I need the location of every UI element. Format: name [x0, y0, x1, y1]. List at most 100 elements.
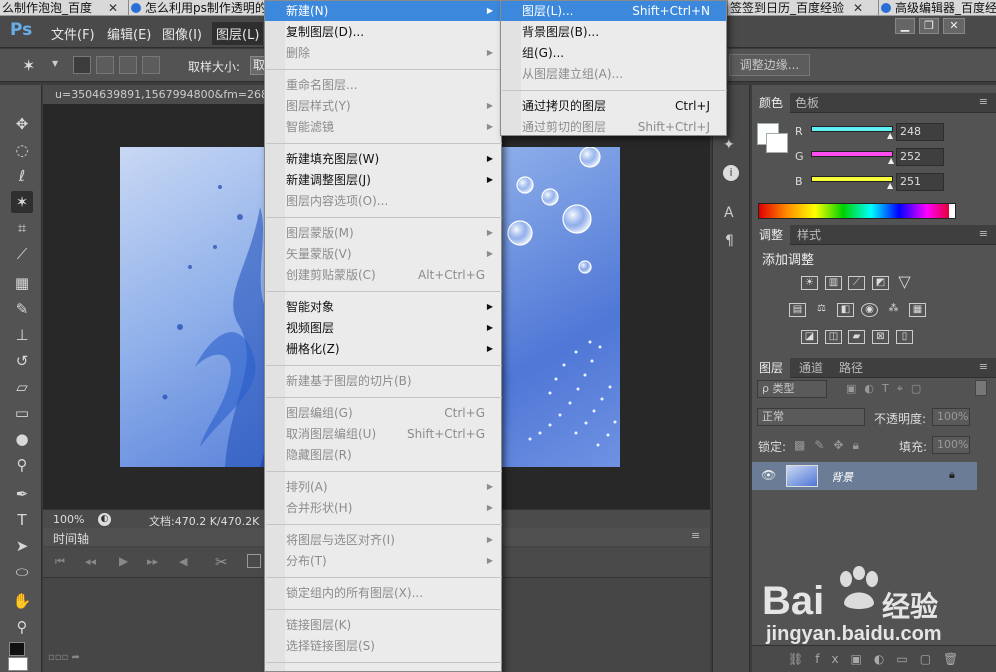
blend-mode-select[interactable]: 正常	[757, 408, 865, 426]
vibrance-icon[interactable]: ▽	[896, 274, 913, 290]
menu-item[interactable]: 删除 ▶	[265, 43, 501, 63]
tab-layers[interactable]: 图层	[752, 358, 791, 378]
menu-item[interactable]: 新建(N) ▶	[265, 1, 501, 21]
channel-slider[interactable]	[811, 126, 893, 132]
character-panel-icon[interactable]: A	[724, 205, 734, 221]
background-color-swatch[interactable]	[8, 657, 28, 671]
hue-saturation-icon[interactable]: ▤	[789, 303, 806, 317]
tab-color[interactable]: 颜色	[752, 93, 791, 113]
menu-item[interactable]: 视频图层 ▶	[265, 318, 501, 338]
menu-item[interactable]: 栅格化(Z) ▶	[265, 339, 501, 359]
menu-item[interactable]: 图层编组(G) Ctrl+G	[265, 403, 501, 423]
menu-item[interactable]: 创建剪贴蒙版(C) Alt+Ctrl+G	[265, 265, 501, 285]
channel-slider[interactable]	[811, 176, 893, 182]
eyedropper-tool-icon[interactable]: ⟋	[11, 243, 33, 265]
chevron-down-icon[interactable]: ▼	[52, 59, 58, 68]
history-brush-icon[interactable]: ↺	[11, 350, 33, 372]
filter-toggle[interactable]	[975, 380, 987, 396]
menu-file[interactable]: 文件(F)	[51, 24, 95, 43]
hand-tool-icon[interactable]: ✋	[11, 590, 33, 612]
panel-menu-icon[interactable]: ≡	[979, 227, 988, 240]
menu-item[interactable]: 新建调整图层(J) ▶	[265, 170, 501, 190]
menu-item[interactable]: 分布(T) ▶	[265, 551, 501, 571]
menu-item[interactable]: 复制图层(D)...	[265, 22, 501, 42]
tab-channels[interactable]: 通道	[792, 358, 830, 378]
panel-menu-icon[interactable]: ≡	[691, 529, 700, 542]
restore-button[interactable]: ❐	[919, 18, 939, 34]
info-icon[interactable]: ◐	[98, 513, 111, 526]
exposure-icon[interactable]: ◩	[872, 276, 889, 290]
layer-filter-icons[interactable]: ▣◐T⌖▢	[846, 382, 929, 396]
previous-frame-icon[interactable]: ◂◂	[85, 555, 96, 568]
menu-item[interactable]: 智能滤镜 ▶	[265, 117, 501, 137]
menu-item[interactable]: 链接图层(K)	[265, 615, 501, 635]
menu-item[interactable]: 将图层与选区对齐(I) ▶	[265, 530, 501, 550]
refine-edge-button[interactable]: 调整边缘...	[729, 54, 810, 76]
pen-tool-icon[interactable]: ✒	[11, 483, 33, 505]
menu-image[interactable]: 图像(I)	[162, 24, 202, 43]
color-spectrum-bar[interactable]	[758, 203, 956, 219]
panel-menu-icon[interactable]: ≡	[979, 95, 988, 108]
browser-tab[interactable]: 高级编辑器_百度经	[878, 0, 996, 15]
lasso-tool-icon[interactable]: ℓ	[11, 165, 33, 187]
menu-edit[interactable]: 编辑(E)	[107, 24, 151, 43]
color-lookup-icon[interactable]: ▦	[909, 303, 926, 317]
move-tool-icon[interactable]: ✥	[11, 113, 33, 135]
slider-thumb-icon[interactable]: ▲	[887, 181, 893, 190]
menu-item[interactable]: 图层内容选项(O)...	[265, 191, 501, 211]
first-frame-icon[interactable]: ⏮	[55, 555, 65, 569]
brush-preset-icon[interactable]: ✦	[723, 137, 735, 153]
layer-filter-select[interactable]: ρ 类型	[757, 380, 827, 398]
browser-tab[interactable]: 怎么利用ps制作透明的	[128, 0, 265, 15]
curves-icon[interactable]: ⟋	[848, 276, 865, 290]
subtract-selection-button[interactable]	[119, 56, 137, 74]
slider-thumb-icon[interactable]: ▲	[887, 131, 893, 140]
type-tool-icon[interactable]: T	[11, 509, 33, 531]
menu-item[interactable]: 智能对象 ▶	[265, 297, 501, 317]
levels-icon[interactable]: ▥	[825, 276, 842, 290]
brush-tool-icon[interactable]: ✎	[11, 298, 33, 320]
channel-slider[interactable]	[811, 151, 893, 157]
ellipse-tool-icon[interactable]: ⬭	[11, 561, 33, 583]
menu-item[interactable]: 通过剪切的图层 Shift+Ctrl+J	[501, 117, 726, 137]
tab-adjustments[interactable]: 调整	[752, 225, 791, 245]
channel-mixer-icon[interactable]: ⁂	[885, 303, 902, 317]
fill-input[interactable]: 100%	[932, 436, 970, 454]
channel-value-input[interactable]: 251	[896, 173, 944, 191]
selective-color-icon[interactable]: ⊠	[872, 330, 889, 344]
close-icon[interactable]: ✕	[853, 0, 863, 15]
intersect-selection-button[interactable]	[142, 56, 160, 74]
menu-item[interactable]: 组(G)...	[501, 43, 726, 63]
menu-layer[interactable]: 图层(L)	[212, 22, 264, 45]
menu-item[interactable]: 矢量蒙版(V) ▶	[265, 244, 501, 264]
opacity-input[interactable]: 100%	[932, 408, 970, 426]
menu-item[interactable]: 隐藏图层(R)	[265, 445, 501, 465]
menu-item[interactable]: 新建基于图层的切片(B)	[265, 371, 501, 391]
document-tab[interactable]: u=3504639891,1567994800&fm=268	[43, 85, 273, 104]
paragraph-panel-icon[interactable]: ¶	[725, 233, 734, 249]
browser-tab[interactable]: 签签到日历_百度经验 ✕	[727, 0, 867, 15]
black-white-icon[interactable]: ◧	[837, 303, 854, 317]
menu-item[interactable]: 背景图层(B)...	[501, 22, 726, 42]
tab-swatches[interactable]: 色板	[788, 93, 826, 113]
foreground-color-swatch[interactable]	[9, 642, 25, 656]
color-balance-icon[interactable]: ⚖	[813, 303, 830, 317]
browser-tab[interactable]: 么制作泡泡_百度 ✕	[0, 0, 122, 15]
magic-wand-tool-icon[interactable]: ✶	[11, 191, 33, 213]
dodge-tool-icon[interactable]: ⚲	[11, 454, 33, 476]
menu-item[interactable]: 新建填充图层(W) ▶	[265, 149, 501, 169]
close-window-button[interactable]: ✕	[943, 18, 965, 34]
menu-item[interactable]: 图层样式(Y) ▶	[265, 96, 501, 116]
play-icon[interactable]: ▶	[119, 554, 128, 568]
invert-icon[interactable]: ◪	[801, 330, 818, 344]
stamp-tool-icon[interactable]: ⊥	[11, 324, 33, 346]
menu-item[interactable]: 合并形状(H) ▶	[265, 498, 501, 518]
menu-item[interactable]: 取消图层编组(U) Shift+Ctrl+G	[265, 424, 501, 444]
layer-row-background[interactable]: 👁︎ 背景 🔒︎	[752, 462, 977, 490]
next-frame-icon[interactable]: ▸▸	[147, 555, 158, 568]
spectrum-white-swatch[interactable]	[949, 204, 955, 218]
transition-icon[interactable]	[247, 554, 261, 568]
info-panel-icon[interactable]: i	[723, 165, 739, 181]
tab-styles[interactable]: 样式	[790, 225, 828, 245]
blur-tool-icon[interactable]: ●	[11, 428, 33, 450]
